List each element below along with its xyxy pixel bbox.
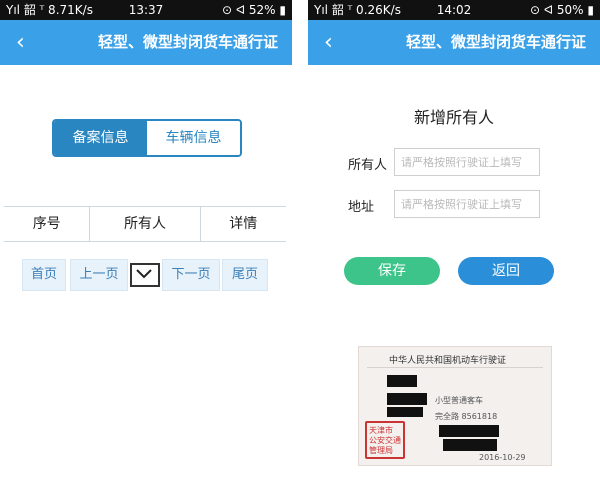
page-title: 轻型、微型封闭货车通行证 [405,33,586,51]
page-select[interactable] [130,263,160,287]
owner-label: 所有人 [348,158,388,173]
tab-vehicle-info[interactable]: 车辆信息 [147,121,240,155]
redaction-bar [443,439,497,451]
right-phone-screen: Yıl 韶 ᵀ 0.26K/s 14:02 ⊙ ᐊ 50% ▮ ‹ 轻型、微型封… [308,0,600,479]
page-title: 轻型、微型封闭货车通行证 [97,33,278,51]
redaction-bar [387,393,427,405]
back-arrow-icon[interactable]: ‹ [16,20,25,65]
stamp-office: 管理局 [369,446,393,455]
redaction-bar [387,407,423,417]
license-date: 2016-10-29 [479,453,526,462]
form-title: 新增所有人 [413,108,494,127]
vehicle-license-photo: 中华人民共和国机动车行驶证 小型普通客车 完全路 8561818 天津市 公安交… [358,346,552,466]
table-header: 序号 所有人 详情 [4,206,286,242]
column-header-owner: 所有人 [89,207,199,241]
status-battery: ⊙ ᐊ 52% ▮ [221,3,286,17]
column-header-details: 详情 [199,207,286,241]
first-page-button[interactable]: 首页 [22,259,66,291]
redaction-bar [387,375,417,387]
chevron-down-icon [136,269,152,279]
license-heading: 中华人民共和国机动车行驶证 [389,356,507,366]
column-header-index: 序号 [32,216,61,232]
redaction-bar [439,425,499,437]
license-divider [367,367,543,368]
owner-input[interactable]: 请严格按照行驶证上填写 [394,148,540,176]
license-vehicle-type: 小型普通客车 [435,396,483,405]
license-stamp: 天津市 公安交通 管理局 [365,421,405,459]
last-page-button[interactable]: 尾页 [222,259,268,291]
prev-page-button[interactable]: 上一页 [70,259,128,291]
next-page-button[interactable]: 下一页 [162,259,220,291]
address-input[interactable]: 请严格按照行驶证上填写 [394,190,540,218]
left-phone-screen: Yıl 韶 ᵀ 8.71K/s 13:37 ⊙ ᐊ 52% ▮ ‹ 轻型、微型封… [0,0,292,479]
back-arrow-icon[interactable]: ‹ [324,20,333,65]
save-button[interactable]: 保存 [344,257,440,285]
address-label: 地址 [348,200,375,215]
license-code: 完全路 8561818 [435,412,498,421]
back-button[interactable]: 返回 [458,257,554,285]
app-bar: ‹ 轻型、微型封闭货车通行证 [0,20,292,65]
app-bar: ‹ 轻型、微型封闭货车通行证 [308,20,600,65]
tab-bar: 备案信息 车辆信息 [52,119,242,157]
status-bar: Yıl 韶 ᵀ 0.26K/s 14:02 ⊙ ᐊ 50% ▮ [308,0,600,20]
status-bar: Yıl 韶 ᵀ 8.71K/s 13:37 ⊙ ᐊ 52% ▮ [0,0,292,20]
status-battery: ⊙ ᐊ 50% ▮ [529,3,594,17]
tab-registration-info[interactable]: 备案信息 [54,121,147,155]
